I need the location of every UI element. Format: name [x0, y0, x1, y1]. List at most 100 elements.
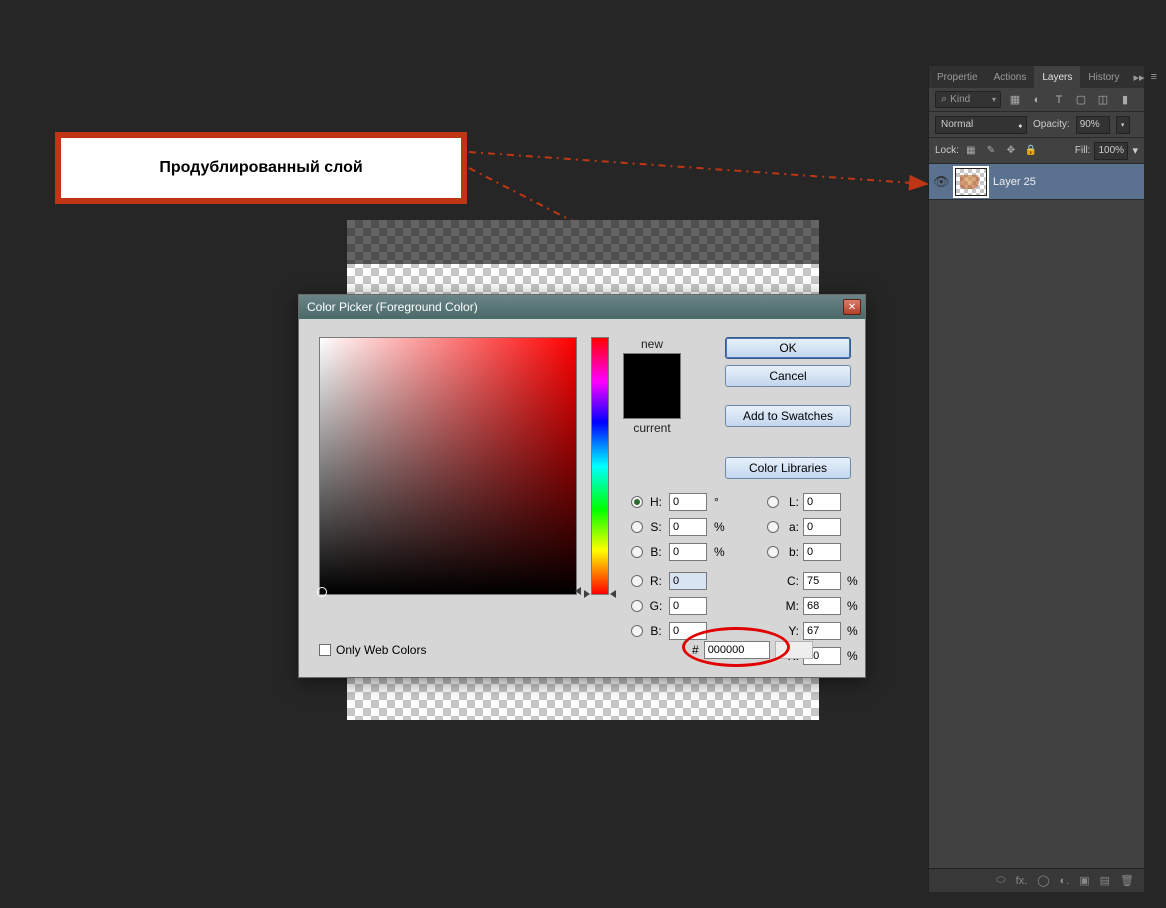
filter-pixel-icon[interactable]: ▦ [1007, 92, 1023, 108]
hex-input[interactable] [704, 641, 770, 659]
filter-adjustment-icon[interactable]: ◐ [1029, 92, 1045, 108]
layer-fx-icon[interactable]: fx. [1016, 875, 1028, 887]
pct-unit: % [711, 545, 727, 559]
y-label: Y: [783, 624, 799, 638]
close-button[interactable]: ✕ [843, 299, 861, 315]
hue-handle-right [610, 590, 616, 598]
r-input[interactable] [669, 572, 707, 590]
tab-history[interactable]: History [1080, 66, 1127, 88]
document-canvas-top [347, 220, 819, 264]
filter-kind-dropdown[interactable]: Kind [935, 91, 1001, 108]
panel-collapse-icon[interactable]: ▸▸ [1128, 66, 1151, 88]
blend-opacity-row: Normal Opacity: 90% ▾ [929, 112, 1144, 138]
blend-mode-dropdown[interactable]: Normal [935, 116, 1027, 134]
b-label: B: [647, 545, 665, 559]
layer-name[interactable]: Layer 25 [993, 176, 1036, 188]
a-radio[interactable] [767, 521, 779, 533]
layers-panel: Propertie Actions Layers History ▸▸ ≡ Ki… [928, 66, 1144, 892]
add-to-swatches-button[interactable]: Add to Swatches [725, 405, 851, 427]
tab-properties[interactable]: Propertie [929, 66, 986, 88]
y-input[interactable] [803, 622, 841, 640]
fill-value[interactable]: 100% [1094, 142, 1128, 160]
hash-label: # [692, 643, 699, 657]
current-label: current [633, 421, 670, 435]
lock-transparency-icon[interactable]: ▦ [963, 144, 979, 158]
new-current-swatch[interactable] [623, 353, 681, 419]
fill-dropdown-icon[interactable]: ▾ [1132, 144, 1138, 157]
b2-label: B: [647, 624, 665, 638]
tab-layers[interactable]: Layers [1034, 66, 1080, 88]
opacity-dropdown-icon[interactable]: ▾ [1116, 116, 1130, 134]
b2-input[interactable] [669, 622, 707, 640]
lock-position-icon[interactable]: ✥ [1003, 144, 1019, 158]
color-libraries-button[interactable]: Color Libraries [725, 457, 851, 479]
b2-radio[interactable] [631, 625, 643, 637]
l-input[interactable] [803, 493, 841, 511]
hex-extra-box [775, 641, 813, 659]
lock-pixels-icon[interactable]: ✎ [983, 144, 999, 158]
g-input[interactable] [669, 597, 707, 615]
ok-button[interactable]: OK [725, 337, 851, 359]
m-input[interactable] [803, 597, 841, 615]
hue-slider[interactable] [591, 337, 609, 595]
panel-menu-icon[interactable]: ≡ [1151, 66, 1157, 88]
a-label: a: [783, 520, 799, 534]
layer-group-icon[interactable]: ▣ [1079, 874, 1089, 887]
filter-shape-icon[interactable]: ▢ [1073, 92, 1089, 108]
hue-handle-left [584, 590, 590, 598]
hex-row: # [692, 641, 813, 659]
pct-unit: % [845, 624, 857, 638]
lab-b-label: b: [783, 545, 799, 559]
sat-slider-arrow [575, 587, 581, 595]
layer-list: 👁 Layer 25 [929, 164, 1144, 200]
lab-b-input[interactable] [803, 543, 841, 561]
saturation-brightness-box[interactable] [319, 337, 577, 595]
only-web-colors-checkbox[interactable] [319, 644, 331, 656]
dialog-titlebar[interactable]: Color Picker (Foreground Color) ✕ [299, 295, 865, 319]
panel-tabs: Propertie Actions Layers History ▸▸ ≡ [929, 66, 1144, 88]
new-layer-icon[interactable]: ▤ [1100, 874, 1110, 887]
layer-mask-icon[interactable]: ◯ [1037, 874, 1049, 887]
lock-fill-row: Lock: ▦ ✎ ✥ 🔒 Fill: 100% ▾ [929, 138, 1144, 164]
cancel-button[interactable]: Cancel [725, 365, 851, 387]
tab-actions[interactable]: Actions [986, 66, 1035, 88]
adjustment-layer-icon[interactable]: ◐. [1060, 875, 1070, 887]
g-label: G: [647, 599, 665, 613]
annotation-text: Продублированный слой [159, 159, 362, 177]
visibility-eye-icon[interactable]: 👁 [933, 174, 949, 190]
r-radio[interactable] [631, 575, 643, 587]
g-radio[interactable] [631, 600, 643, 612]
c-input[interactable] [803, 572, 841, 590]
layers-panel-footer: ⬭ fx. ◯ ◐. ▣ ▤ 🗑 [929, 868, 1144, 892]
layer-thumbnail[interactable] [955, 168, 987, 196]
a-input[interactable] [803, 518, 841, 536]
deg-unit: ° [711, 495, 727, 509]
bri-radio[interactable] [631, 546, 643, 558]
opacity-value[interactable]: 90% [1076, 116, 1110, 134]
layer-row[interactable]: 👁 Layer 25 [929, 164, 1144, 200]
s-label: S: [647, 520, 665, 534]
h-input[interactable] [669, 493, 707, 511]
sat-radio[interactable] [631, 521, 643, 533]
b-input[interactable] [669, 543, 707, 561]
pct-unit: % [845, 649, 857, 663]
h-label: H: [647, 495, 665, 509]
c-label: C: [783, 574, 799, 588]
only-web-colors-row: Only Web Colors [319, 643, 426, 657]
color-picker-cursor [317, 587, 327, 597]
link-layers-icon[interactable]: ⬭ [996, 874, 1005, 887]
delete-layer-icon[interactable]: 🗑 [1120, 874, 1134, 887]
filter-type-icon[interactable]: T [1051, 92, 1067, 108]
pct-unit: % [845, 599, 857, 613]
l-radio[interactable] [767, 496, 779, 508]
lock-all-icon[interactable]: 🔒 [1023, 144, 1039, 158]
filter-smart-icon[interactable]: ◫ [1095, 92, 1111, 108]
m-label: M: [783, 599, 799, 613]
hue-radio[interactable] [631, 496, 643, 508]
lab-b-radio[interactable] [767, 546, 779, 558]
annotation-callout: Продублированный слой [55, 132, 467, 204]
s-input[interactable] [669, 518, 707, 536]
r-label: R: [647, 574, 665, 588]
only-web-colors-label: Only Web Colors [336, 643, 426, 657]
filter-toggle-icon[interactable]: ▮ [1117, 92, 1133, 108]
